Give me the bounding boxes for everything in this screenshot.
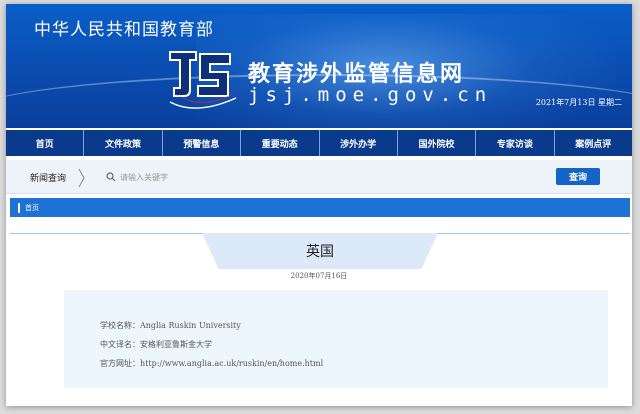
nav-item-foreign-schools[interactable]: 国外院校 xyxy=(398,130,477,156)
article-body: 学校名称：Anglia Ruskin University 中文译名：安格利亚鲁… xyxy=(64,290,608,388)
search-button[interactable]: 查询 xyxy=(556,168,600,185)
nav-item-cases[interactable]: 案例点评 xyxy=(555,130,632,156)
site-logo-icon[interactable] xyxy=(166,46,242,116)
search-icon xyxy=(106,172,116,182)
article-title: 英国 xyxy=(306,244,334,260)
ministry-name[interactable]: 中华人民共和国教育部 xyxy=(34,15,214,40)
nav-item-policies[interactable]: 文件政策 xyxy=(84,130,163,156)
search-label: 新闻查询 xyxy=(30,174,67,184)
school-name-line: 学校名称：Anglia Ruskin University xyxy=(100,321,241,330)
chevron-divider-icon xyxy=(78,168,85,188)
header-banner: 中华人民共和国教育部 教育涉外监管信息网 jsj.moe.gov.cn 2021… xyxy=(6,4,632,128)
chinese-name-line: 中文译名：安格利亚鲁斯金大学 xyxy=(100,340,212,349)
nav-item-home[interactable]: 首页 xyxy=(6,130,85,156)
nav-item-news[interactable]: 重要动态 xyxy=(241,130,320,156)
nav-item-foreign-education[interactable]: 涉外办学 xyxy=(320,130,398,156)
search-input[interactable] xyxy=(120,169,546,185)
article-title-tab: 英国 xyxy=(202,233,438,269)
website-line[interactable]: 官方网址：http://www.anglia.ac.uk/ruskin/en/h… xyxy=(100,358,323,369)
nav-item-warnings[interactable]: 预警信息 xyxy=(163,130,242,156)
breadcrumb-home-link[interactable]: 首页 xyxy=(25,203,39,213)
current-date: 2021年7月13日 星期二 xyxy=(535,98,622,107)
site-domain: jsj.moe.gov.cn xyxy=(248,84,493,106)
breadcrumb: 首页 xyxy=(10,198,630,217)
search-bar: 新闻查询 查询 xyxy=(6,160,632,194)
nav-item-interviews[interactable]: 专家访谈 xyxy=(476,130,555,156)
page-frame: 中华人民共和国教育部 教育涉外监管信息网 jsj.moe.gov.cn 2021… xyxy=(6,4,632,406)
article-date: 2020年07月16日 xyxy=(290,272,348,280)
main-nav: 首页 文件政策 预警信息 重要动态 涉外办学 国外院校 专家访谈 案例点评 xyxy=(6,130,632,156)
breadcrumb-marker-icon xyxy=(18,202,20,213)
